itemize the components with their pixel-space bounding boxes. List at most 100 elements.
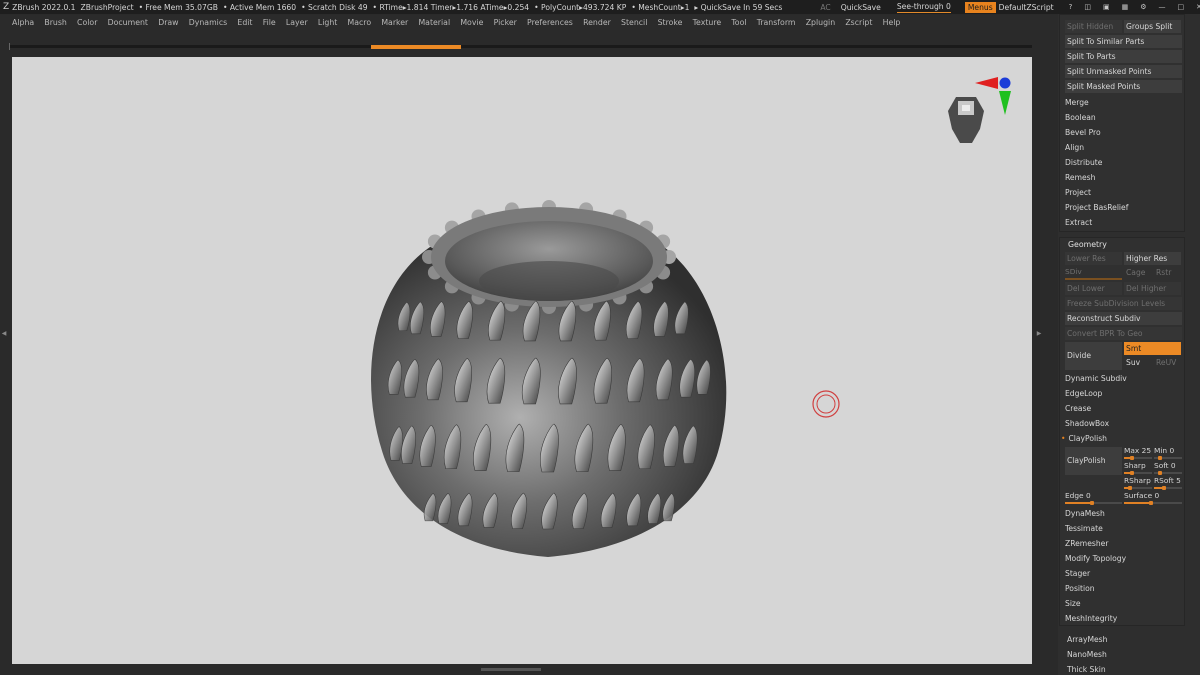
edge-slider[interactable]: Edge 0 <box>1065 491 1122 505</box>
quicksave-button[interactable]: QuickSave <box>841 3 881 12</box>
higher-res-button[interactable]: Higher Res <box>1124 252 1181 265</box>
menu-preferences[interactable]: Preferences <box>527 18 573 27</box>
groups-split-button[interactable]: Groups Split <box>1124 20 1181 33</box>
help-icon[interactable]: ? <box>1069 3 1073 11</box>
thick-skin-section[interactable]: Thick Skin <box>1067 665 1106 674</box>
menu-marker[interactable]: Marker <box>381 18 408 27</box>
canvas-viewport[interactable] <box>12 57 1032 664</box>
reuv-toggle[interactable]: ReUV <box>1156 358 1176 367</box>
sdiv-slider[interactable]: SDiv <box>1065 267 1122 280</box>
menu-movie[interactable]: Movie <box>460 18 483 27</box>
lower-res-button[interactable]: Lower Res <box>1065 252 1122 265</box>
sharp-slider[interactable]: Sharp <box>1124 461 1152 475</box>
menu-material[interactable]: Material <box>418 18 450 27</box>
tessimate-section[interactable]: Tessimate <box>1065 524 1103 533</box>
claypolish-section[interactable]: • ClayPolish <box>1061 434 1107 443</box>
cage-button[interactable]: Cage <box>1126 268 1145 277</box>
menu-zplugin[interactable]: Zplugin <box>806 18 835 27</box>
size-section[interactable]: Size <box>1065 599 1081 608</box>
menu-brush[interactable]: Brush <box>44 18 67 27</box>
menu-document[interactable]: Document <box>108 18 148 27</box>
project-section[interactable]: Project <box>1065 188 1091 197</box>
menu-edit[interactable]: Edit <box>237 18 252 27</box>
ac-toggle[interactable]: AC <box>820 3 830 12</box>
split-masked-button[interactable]: Split Masked Points <box>1065 80 1182 93</box>
menu-tool[interactable]: Tool <box>731 18 746 27</box>
edgeloop-section[interactable]: EdgeLoop <box>1065 389 1102 398</box>
menu-picker[interactable]: Picker <box>494 18 517 27</box>
palette-icon[interactable]: ▣ <box>1103 3 1110 11</box>
split-similar-parts-button[interactable]: Split To Similar Parts <box>1065 35 1182 48</box>
right-tray-arrow-icon[interactable]: ▶ <box>1036 330 1042 360</box>
suv-toggle[interactable]: Suv <box>1126 358 1140 367</box>
default-zscript-button[interactable]: DefaultZScript <box>999 3 1054 12</box>
menu-color[interactable]: Color <box>77 18 97 27</box>
geometry-title[interactable]: Geometry <box>1068 240 1107 249</box>
project-basrelief-section[interactable]: Project BasRelief <box>1065 203 1128 212</box>
boolean-section[interactable]: Boolean <box>1065 113 1096 122</box>
max-slider[interactable]: Max 25 <box>1124 446 1152 460</box>
menu-alpha[interactable]: Alpha <box>12 18 34 27</box>
split-hidden-button[interactable]: Split Hidden <box>1065 20 1122 33</box>
shadowbox-section[interactable]: ShadowBox <box>1065 419 1109 428</box>
rsharp-slider[interactable]: RSharp <box>1124 476 1152 490</box>
split-to-parts-button[interactable]: Split To Parts <box>1065 50 1182 63</box>
menus-toggle-button[interactable]: Menus <box>964 1 996 13</box>
modify-topology-section[interactable]: Modify Topology <box>1065 554 1126 563</box>
stager-section[interactable]: Stager <box>1065 569 1090 578</box>
layout-icon[interactable]: ◫ <box>1084 3 1091 11</box>
del-lower-button[interactable]: Del Lower <box>1065 282 1122 295</box>
min-slider[interactable]: Min 0 <box>1154 446 1182 460</box>
menu-light[interactable]: Light <box>318 18 337 27</box>
top-shelf[interactable] <box>10 45 1032 48</box>
left-tray-arrow-icon[interactable]: ◀ <box>1 330 7 360</box>
smt-toggle[interactable]: Smt <box>1124 342 1181 355</box>
extract-section[interactable]: Extract <box>1065 218 1092 227</box>
split-unmasked-button[interactable]: Split Unmasked Points <box>1065 65 1182 78</box>
soft-slider[interactable]: Soft 0 <box>1154 461 1182 475</box>
menu-texture[interactable]: Texture <box>693 18 722 27</box>
menu-file[interactable]: File <box>263 18 276 27</box>
divide-button[interactable]: Divide <box>1065 342 1122 370</box>
reconstruct-subdiv-button[interactable]: Reconstruct Subdiv <box>1065 312 1182 325</box>
meshintegrity-section[interactable]: MeshIntegrity <box>1065 614 1117 623</box>
surface-slider[interactable]: Surface 0 <box>1124 491 1182 505</box>
see-through-slider[interactable]: See-through 0 <box>896 2 951 13</box>
menu-draw[interactable]: Draw <box>158 18 178 27</box>
crease-section[interactable]: Crease <box>1065 404 1091 413</box>
gear-icon[interactable]: ⚙ <box>1140 3 1146 11</box>
remesh-section[interactable]: Remesh <box>1065 173 1095 182</box>
ui-icon[interactable]: ▦ <box>1122 3 1129 11</box>
menu-stencil[interactable]: Stencil <box>621 18 647 27</box>
menu-layer[interactable]: Layer <box>286 18 308 27</box>
rstr-button[interactable]: Rstr <box>1156 268 1171 277</box>
bevel-pro-section[interactable]: Bevel Pro <box>1065 128 1101 137</box>
del-higher-button[interactable]: Del Higher <box>1124 282 1181 295</box>
minimize-icon[interactable]: — <box>1159 3 1166 11</box>
menu-dynamics[interactable]: Dynamics <box>189 18 227 27</box>
nanomesh-section[interactable]: NanoMesh <box>1067 650 1107 659</box>
zremesher-section[interactable]: ZRemesher <box>1065 539 1108 548</box>
claypolish-button[interactable]: ClayPolish <box>1065 447 1122 475</box>
dynamic-subdiv-section[interactable]: Dynamic Subdiv <box>1065 374 1127 383</box>
rsoft-knob <box>1162 486 1166 490</box>
menu-render[interactable]: Render <box>583 18 611 27</box>
close-icon[interactable]: ✕ <box>1196 3 1200 11</box>
freeze-subdiv-button[interactable]: Freeze SubDivision Levels <box>1065 297 1182 310</box>
restore-icon[interactable]: □ <box>1178 3 1185 11</box>
dynamesh-section[interactable]: DynaMesh <box>1065 509 1105 518</box>
menu-help[interactable]: Help <box>883 18 901 27</box>
menu-transform[interactable]: Transform <box>757 18 796 27</box>
position-section[interactable]: Position <box>1065 584 1095 593</box>
menu-stroke[interactable]: Stroke <box>658 18 683 27</box>
align-section[interactable]: Align <box>1065 143 1084 152</box>
convert-bpr-button[interactable]: Convert BPR To Geo <box>1065 327 1182 340</box>
menu-zscript[interactable]: Zscript <box>845 18 872 27</box>
rsoft-slider[interactable]: RSoft 5 <box>1154 476 1182 490</box>
distribute-section[interactable]: Distribute <box>1065 158 1102 167</box>
merge-section[interactable]: Merge <box>1065 98 1089 107</box>
navigation-gizmo[interactable] <box>948 77 1011 143</box>
arraymesh-section[interactable]: ArrayMesh <box>1067 635 1107 644</box>
bottom-tray-handle[interactable] <box>481 668 541 671</box>
menu-macro[interactable]: Macro <box>348 18 372 27</box>
